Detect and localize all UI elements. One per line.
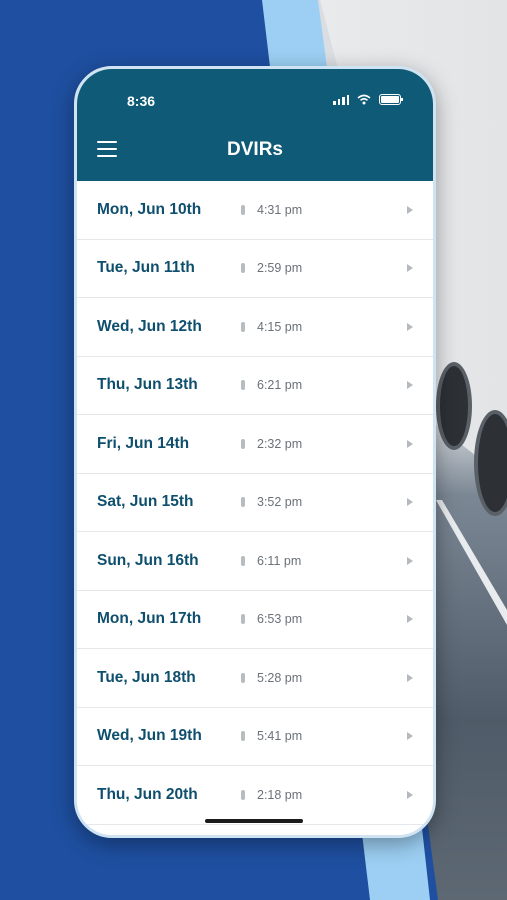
home-indicator[interactable]	[205, 819, 303, 823]
clip-icon	[241, 263, 245, 274]
chevron-right-icon	[407, 498, 413, 507]
clip-icon	[241, 614, 245, 625]
status-time: 8:36	[127, 93, 156, 109]
list-item-date: Wed, Jun 19th	[97, 727, 202, 745]
list-item[interactable]: Tue, Jun 18th 5:28 pm	[77, 649, 433, 708]
chevron-right-icon	[407, 790, 413, 799]
chevron-right-icon	[407, 439, 413, 448]
chevron-right-icon	[407, 732, 413, 741]
clip-icon	[241, 380, 245, 391]
dvir-list: Mon, Jun 10th 4:31 pm Tue, Jun 11th 2:59 pm…	[77, 181, 433, 825]
list-item-date: Sun, Jun 16th	[97, 551, 199, 569]
list-item-date: Fri, Jun 14th	[97, 434, 190, 452]
signal-icon	[333, 94, 349, 105]
app-header: 8:36 DVIRs	[77, 69, 433, 181]
list-item-date: Thu, Jun 20th	[97, 785, 198, 803]
list-item[interactable]: Sun, Jun 16th 6:11 pm	[77, 532, 433, 591]
clip-icon	[241, 497, 245, 508]
list-item-time: 2:32 pm	[257, 436, 303, 451]
list-item[interactable]: Sat, Jun 15th 3:52 pm	[77, 473, 433, 532]
phone-frame: 8:36 DVIRs Mon, Jun 10th 4:31 pm Tue, Jun …	[74, 66, 436, 838]
list-item-time: 5:28 pm	[257, 670, 303, 685]
chevron-right-icon	[407, 556, 413, 565]
chevron-right-icon	[407, 673, 413, 682]
list-item[interactable]: Mon, Jun 17th 6:53 pm	[77, 590, 433, 649]
chevron-right-icon	[407, 205, 413, 214]
list-item-time: 5:41 pm	[257, 729, 303, 744]
list-item-date: Tue, Jun 18th	[97, 668, 196, 686]
list-item-date: Mon, Jun 10th	[97, 200, 202, 218]
background-wheel-1	[436, 362, 472, 450]
clip-icon	[241, 438, 245, 449]
status-icons	[333, 94, 403, 105]
list-item-time: 4:15 pm	[257, 319, 303, 334]
list-item-time: 2:59 pm	[257, 261, 303, 276]
chevron-right-icon	[407, 615, 413, 624]
list-item-date: Tue, Jun 11th	[97, 259, 195, 277]
list-item-time: 6:53 pm	[257, 612, 303, 627]
list-item[interactable]: Thu, Jun 20th 2:18 pm	[77, 766, 433, 825]
list-item[interactable]: Fri, Jun 14th 2:32 pm	[77, 415, 433, 474]
clip-icon	[241, 731, 245, 742]
list-item-time: 6:11 pm	[257, 553, 302, 568]
clip-icon	[241, 204, 245, 215]
list-item[interactable]: Thu, Jun 13th 6:21 pm	[77, 356, 433, 415]
list-item-time: 4:31 pm	[257, 202, 303, 217]
clip-icon	[241, 789, 245, 800]
list-item-date: Mon, Jun 17th	[97, 610, 202, 628]
chevron-right-icon	[407, 381, 413, 390]
wifi-icon	[357, 94, 371, 105]
battery-icon	[379, 94, 403, 105]
clip-icon	[241, 321, 245, 332]
list-item[interactable]: Wed, Jun 19th 5:41 pm	[77, 707, 433, 766]
chevron-right-icon	[407, 264, 413, 273]
list-item-time: 2:18 pm	[257, 787, 303, 802]
list-item[interactable]: Mon, Jun 10th 4:31 pm	[77, 181, 433, 240]
clip-icon	[241, 555, 245, 566]
chevron-right-icon	[407, 322, 413, 331]
page-title: DVIRs	[227, 139, 283, 160]
list-item-date: Wed, Jun 12th	[97, 317, 202, 335]
list-item[interactable]: Wed, Jun 12th 4:15 pm	[77, 298, 433, 357]
list-item-date: Thu, Jun 13th	[97, 376, 198, 394]
clip-icon	[241, 672, 245, 683]
list-item-date: Sat, Jun 15th	[97, 493, 194, 511]
list-item-time: 3:52 pm	[257, 495, 303, 510]
list-item-time: 6:21 pm	[257, 378, 303, 393]
list-item[interactable]: Tue, Jun 11th 2:59 pm	[77, 239, 433, 298]
